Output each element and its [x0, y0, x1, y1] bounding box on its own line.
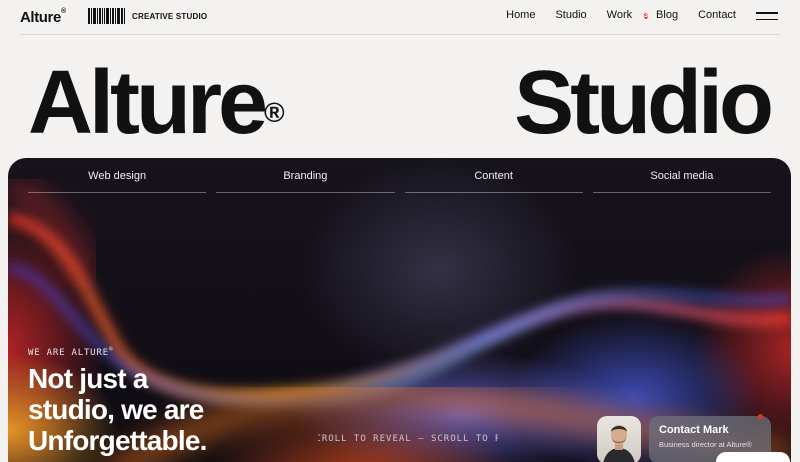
intro-eyebrow: WE ARE ALTURE®: [28, 346, 113, 358]
contact-role: Business director at Alture®: [659, 440, 752, 449]
scroll-to-reveal-marquee: SCROLL TO REVEAL — SCROLL TO REVEAL: [318, 434, 498, 444]
nav-item-work[interactable]: Work 3: [606, 9, 649, 22]
hero-visual-panel: Web design Branding Content Social media…: [8, 158, 791, 462]
contact-avatar[interactable]: [597, 416, 641, 462]
service-branding[interactable]: Branding: [216, 170, 395, 193]
headline-line-3: Unforgettable.: [28, 425, 207, 456]
main-nav: Home Studio Work 3 Blog Contact: [506, 9, 736, 22]
headline-line-1: Not just a: [28, 363, 148, 394]
hamburger-menu-icon[interactable]: [756, 12, 778, 22]
scroll-to-reveal-text: SCROLL TO REVEAL — SCROLL TO REVEAL: [318, 434, 498, 444]
hero-title-alture-text: Alture: [28, 53, 268, 153]
service-web-design[interactable]: Web design: [28, 170, 207, 193]
hero-title-alture: Alture®: [28, 58, 285, 148]
intro-eyebrow-mark: ®: [108, 346, 114, 353]
online-status-dot: [758, 414, 763, 419]
top-navigation: Alture® CREATIVE STUDIO Home Studio Work…: [0, 0, 800, 34]
nav-item-home[interactable]: Home: [506, 9, 535, 22]
logo-registered-mark: ®: [60, 8, 66, 15]
logo-text: Alture: [20, 9, 61, 26]
services-bar: Web design Branding Content Social media: [28, 170, 771, 193]
contact-name: Contact Mark: [659, 424, 729, 436]
nav-item-studio[interactable]: Studio: [555, 9, 586, 22]
nav-item-work-label: Work: [606, 9, 633, 21]
intro-headline: Not just a studio, we are Unforgettable.: [28, 363, 258, 456]
header-divider: [20, 34, 780, 35]
barcode-icon: [88, 8, 126, 24]
logo[interactable]: Alture®: [20, 8, 66, 26]
headline-line-2: studio, we are: [28, 394, 204, 425]
intro-eyebrow-text: WE ARE ALTURE: [28, 348, 109, 358]
nav-item-blog[interactable]: Blog: [656, 9, 678, 22]
service-content[interactable]: Content: [404, 170, 583, 193]
hero-registered-mark: ®: [264, 97, 285, 128]
work-count-badge: 3: [644, 12, 649, 19]
hero-title-studio: Studio: [514, 53, 774, 153]
chat-widget-tab[interactable]: [716, 452, 790, 462]
nav-item-contact[interactable]: Contact: [698, 9, 736, 22]
person-portrait-icon: [603, 425, 635, 462]
tagline: CREATIVE STUDIO: [132, 12, 208, 21]
service-social-media[interactable]: Social media: [592, 170, 771, 193]
